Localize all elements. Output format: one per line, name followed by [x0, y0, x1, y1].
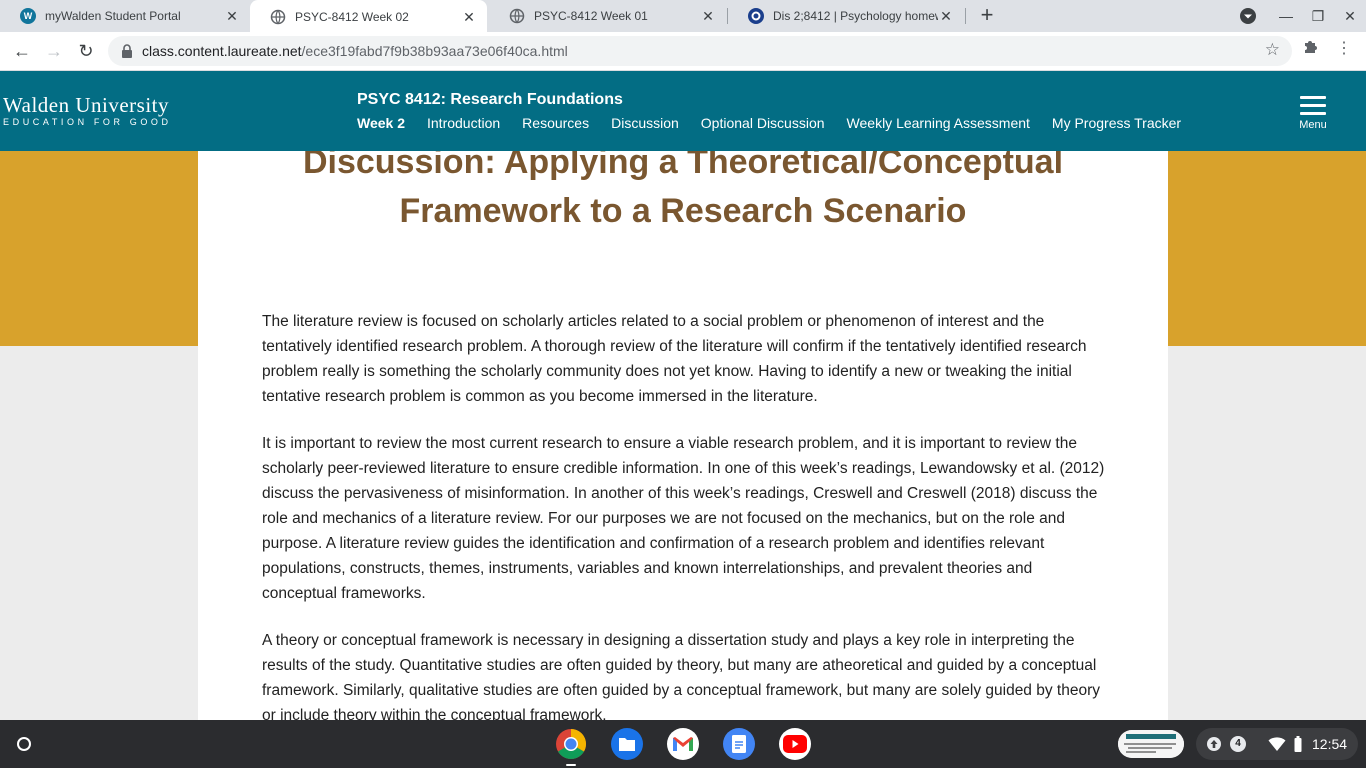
- docs-icon[interactable]: [723, 728, 755, 760]
- minimize-icon[interactable]: —: [1276, 6, 1296, 26]
- chrome-icon[interactable]: [555, 728, 587, 760]
- tab-title: Dis 2;8412 | Psychology homew: [773, 9, 938, 23]
- close-icon[interactable]: ✕: [700, 8, 716, 24]
- hamburger-icon: [1296, 96, 1330, 115]
- tab-separator: [965, 8, 966, 24]
- walden-logo[interactable]: Walden University: [3, 93, 169, 118]
- notification-count: 4: [1230, 736, 1246, 752]
- new-tab-button[interactable]: +: [976, 4, 998, 27]
- logo-tagline: EDUCATION FOR GOOD: [3, 117, 172, 127]
- extensions-puzzle-icon[interactable]: [1302, 39, 1318, 60]
- system-tray[interactable]: 4 12:54: [1196, 728, 1358, 760]
- more-menu-icon[interactable]: ⋮: [1336, 38, 1352, 58]
- nav-discussion[interactable]: Discussion: [611, 115, 679, 131]
- back-icon[interactable]: ←: [10, 39, 34, 63]
- tab-search-icon[interactable]: [1238, 6, 1258, 26]
- gear-icon: [748, 8, 764, 24]
- globe-icon: [270, 9, 286, 25]
- tab-title: PSYC-8412 Week 01: [534, 9, 648, 23]
- tab-mywalden[interactable]: W myWalden Student Portal ✕: [0, 0, 250, 32]
- bookmark-star-icon[interactable]: ☆: [1265, 40, 1280, 60]
- tab-title: myWalden Student Portal: [45, 9, 181, 23]
- url-text: class.content.laureate.net/ece3f19fabd7f…: [142, 43, 568, 59]
- address-bar[interactable]: class.content.laureate.net/ece3f19fabd7f…: [108, 36, 1292, 66]
- site-header: Walden University EDUCATION FOR GOOD PSY…: [0, 71, 1366, 151]
- close-icon[interactable]: ✕: [461, 9, 477, 25]
- nav-optional-discussion[interactable]: Optional Discussion: [701, 115, 825, 131]
- running-indicator: [566, 764, 576, 766]
- nav-my-progress-tracker[interactable]: My Progress Tracker: [1052, 115, 1181, 131]
- clock: 12:54: [1312, 736, 1348, 752]
- upload-icon: [1207, 737, 1221, 751]
- paragraph: A theory or conceptual framework is nece…: [262, 632, 1100, 720]
- youtube-icon[interactable]: [779, 728, 811, 760]
- title-line-1: Discussion: Applying a Theoretical/Conce…: [302, 151, 1064, 181]
- menu-button[interactable]: Menu: [1296, 96, 1330, 131]
- files-icon[interactable]: [611, 728, 643, 760]
- paragraph: The literature review is focused on scho…: [262, 313, 1087, 405]
- paragraph: It is important to review the most curre…: [262, 435, 1105, 602]
- tab-dis2[interactable]: Dis 2;8412 | Psychology homew ✕: [728, 0, 964, 32]
- globe-icon: [509, 8, 525, 24]
- tab-week02[interactable]: PSYC-8412 Week 02 ✕: [250, 0, 487, 34]
- walden-w-icon: W: [20, 8, 36, 24]
- battery-icon: [1294, 736, 1302, 752]
- tab-title: PSYC-8412 Week 02: [295, 10, 409, 24]
- os-shelf: 4 12:54: [0, 720, 1366, 768]
- holding-space-thumbnail[interactable]: [1118, 730, 1184, 758]
- window-close-icon[interactable]: ✕: [1340, 6, 1360, 26]
- nav-weekly-learning-assessment[interactable]: Weekly Learning Assessment: [847, 115, 1030, 131]
- menu-label: Menu: [1299, 119, 1327, 131]
- reload-icon[interactable]: ↻: [74, 39, 98, 63]
- tab-strip: W myWalden Student Portal ✕ PSYC-8412 We…: [0, 0, 1366, 34]
- tab-week01[interactable]: PSYC-8412 Week 01 ✕: [489, 0, 726, 32]
- forward-icon[interactable]: →: [42, 39, 66, 63]
- course-title: PSYC 8412: Research Foundations: [357, 91, 623, 108]
- gmail-icon[interactable]: [667, 728, 699, 760]
- title-line-2: Framework to a Research Scenario: [399, 192, 967, 230]
- browser-toolbar: ← → ↻ class.content.laureate.net/ece3f19…: [0, 32, 1366, 71]
- restore-icon[interactable]: ❐: [1308, 6, 1328, 26]
- wifi-icon: [1268, 737, 1286, 751]
- url-host: class.content.laureate.net: [142, 43, 302, 59]
- url-path: /ece3f19fabd7f9b38b93aa73e06f40ca.html: [301, 43, 568, 59]
- course-nav: Week 2 Introduction Resources Discussion…: [357, 115, 1181, 131]
- nav-introduction[interactable]: Introduction: [427, 115, 500, 131]
- nav-resources[interactable]: Resources: [522, 115, 589, 131]
- content-card: Discussion: Applying a Theoretical/Conce…: [198, 151, 1168, 720]
- launcher-icon[interactable]: [9, 729, 39, 759]
- article-body: The literature review is focused on scho…: [262, 309, 1108, 720]
- close-icon[interactable]: ✕: [224, 8, 240, 24]
- lock-icon: [122, 44, 132, 58]
- page-title: Discussion: Applying a Theoretical/Conce…: [198, 151, 1168, 236]
- nav-week-2: Week 2: [357, 115, 405, 131]
- close-icon[interactable]: ✕: [938, 8, 954, 24]
